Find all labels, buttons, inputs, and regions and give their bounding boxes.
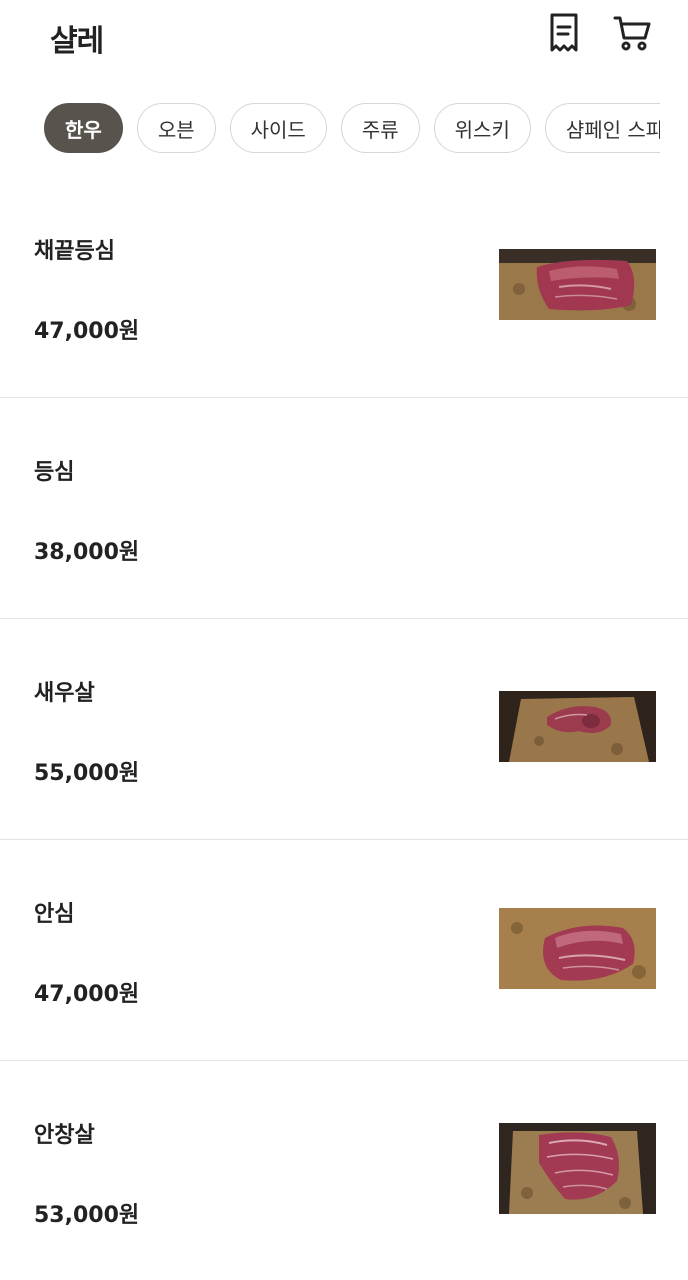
menu-item-saeusal[interactable]: 새우살 55,000원: [0, 619, 688, 840]
menu-item-anchangsal[interactable]: 안창살 53,000원: [0, 1061, 688, 1280]
menu-item-photo: [499, 1123, 656, 1214]
menu-item-photo: [499, 249, 656, 320]
order-history-button[interactable]: [542, 10, 586, 56]
menu-item-name: 채끝등심: [34, 239, 115, 264]
menu-item-name: 새우살: [34, 681, 95, 706]
category-tabs[interactable]: 한우 오븐 사이드 주류 위스키 샴페인 스파: [44, 103, 660, 155]
menu-item-price: 47,000원: [34, 319, 140, 344]
receipt-icon: [550, 13, 578, 52]
tab-whisky[interactable]: 위스키: [433, 103, 531, 153]
tab-hanwoo[interactable]: 한우: [44, 103, 123, 153]
tab-drinks[interactable]: 주류: [340, 103, 420, 153]
cart-button[interactable]: [610, 10, 654, 56]
menu-item-deungsim[interactable]: 등심 38,000원: [0, 398, 688, 619]
menu-item-ansim[interactable]: 안심 47,000원: [0, 840, 688, 1061]
menu-item-photo: [499, 691, 656, 762]
app-header: 샬레: [0, 0, 688, 78]
menu-item-price: 38,000원: [34, 540, 140, 565]
tab-side[interactable]: 사이드: [229, 103, 327, 153]
menu-item-chaekkeut-deungsim[interactable]: 채끝등심 47,000원: [0, 177, 688, 398]
tab-oven[interactable]: 오븐: [136, 103, 216, 153]
cart-icon: [613, 16, 651, 51]
menu-item-price: 53,000원: [34, 1203, 140, 1228]
tab-champagne[interactable]: 샴페인 스파: [544, 103, 660, 153]
menu-item-name: 안창살: [34, 1123, 95, 1148]
menu-item-photo: [499, 908, 656, 989]
menu-item-price: 47,000원: [34, 982, 140, 1007]
menu-item-price: 55,000원: [34, 761, 140, 786]
menu-list: 채끝등심 47,000원 등심 38,000원 새우살 55,000원 안심 4…: [0, 177, 688, 1280]
menu-item-name: 등심: [34, 460, 75, 485]
menu-item-name: 안심: [34, 902, 75, 927]
store-title: 샬레: [50, 24, 104, 59]
